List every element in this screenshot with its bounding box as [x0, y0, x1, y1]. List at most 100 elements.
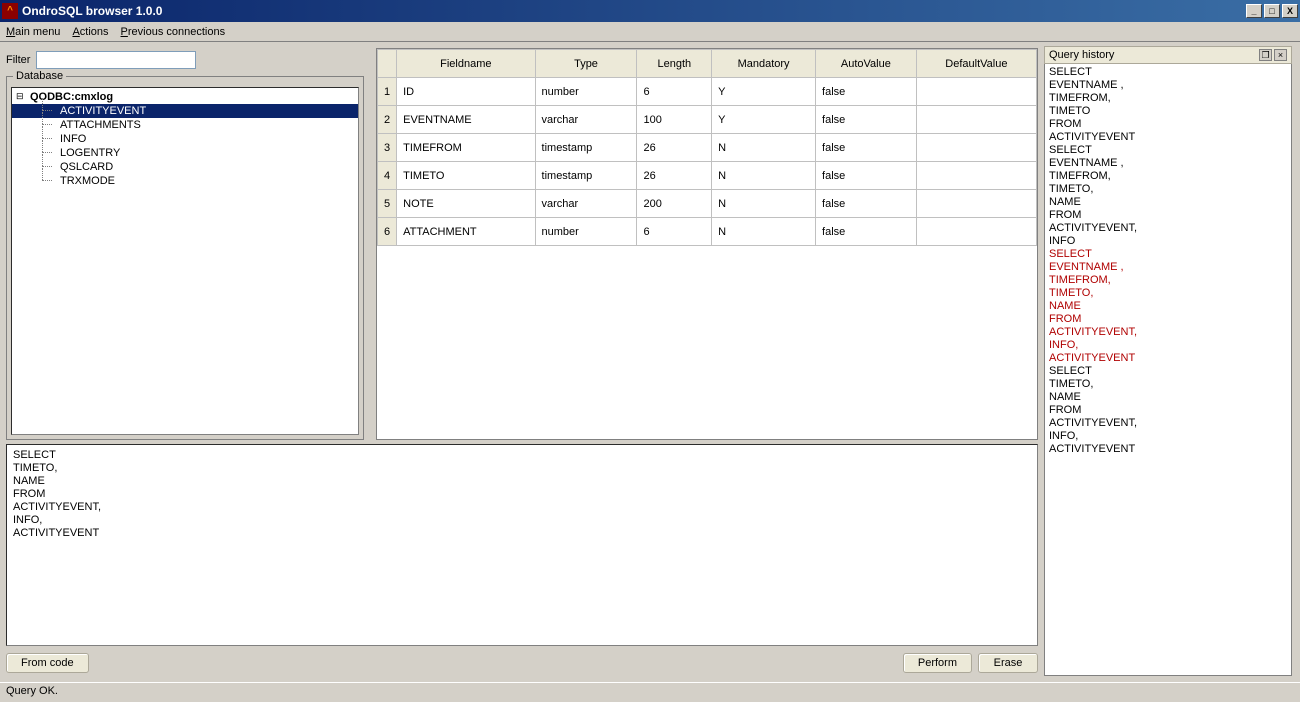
row-number: 2 — [378, 106, 397, 134]
grid-cell[interactable]: 6 — [637, 78, 712, 106]
grid-col-header[interactable]: Fieldname — [397, 50, 535, 78]
tree-item[interactable]: QSLCARD — [12, 160, 358, 174]
filter-label: Filter — [6, 54, 30, 66]
database-group-label: Database — [13, 70, 66, 82]
grid-cell[interactable]: number — [535, 78, 637, 106]
row-number: 5 — [378, 190, 397, 218]
query-history-title: Query history — [1049, 49, 1257, 61]
left-column: Filter Database QODBC:cmxlogACTIVITYEVEN… — [6, 48, 1038, 676]
menu-previous-connections[interactable]: Previous connections — [121, 26, 226, 38]
row-number: 3 — [378, 134, 397, 162]
query-history-entry[interactable]: SELECT EVENTNAME , TIMEFROM, TIMETO FROM… — [1049, 66, 1287, 144]
row-number: 1 — [378, 78, 397, 106]
grid-cell[interactable] — [916, 162, 1036, 190]
grid-cell[interactable]: TIMEFROM — [397, 134, 535, 162]
titlebar[interactable]: ^ OndroSQL browser 1.0.0 _ □ X — [0, 0, 1300, 22]
table-row[interactable]: 2EVENTNAMEvarchar100Yfalse — [378, 106, 1037, 134]
grid-cell[interactable] — [916, 134, 1036, 162]
button-row: From code Perform Erase — [6, 650, 1038, 676]
tree-item[interactable]: ATTACHMENTS — [12, 118, 358, 132]
menubar: Main menu Actions Previous connections — [0, 22, 1300, 42]
qh-restore-icon[interactable]: ❐ — [1259, 49, 1272, 61]
grid-cell[interactable]: timestamp — [535, 134, 637, 162]
menu-main[interactable]: Main menu — [6, 26, 60, 38]
table-row[interactable]: 3TIMEFROMtimestamp26Nfalse — [378, 134, 1037, 162]
grid-cell[interactable]: TIMETO — [397, 162, 535, 190]
query-history-entry[interactable]: SELECT TIMETO, NAME FROM ACTIVITYEVENT, … — [1049, 365, 1287, 456]
grid-cell[interactable]: NOTE — [397, 190, 535, 218]
grid-cell[interactable]: false — [816, 134, 917, 162]
query-history-body[interactable]: SELECT EVENTNAME , TIMEFROM, TIMETO FROM… — [1044, 64, 1292, 676]
table-row[interactable]: 1IDnumber6Yfalse — [378, 78, 1037, 106]
grid-cell[interactable] — [916, 106, 1036, 134]
grid-cell[interactable]: Y — [712, 78, 816, 106]
statusbar: Query OK. — [0, 682, 1300, 700]
table-row[interactable]: 6ATTACHMENTnumber6Nfalse — [378, 218, 1037, 246]
grid-cell[interactable]: 6 — [637, 218, 712, 246]
grid-cell[interactable] — [916, 218, 1036, 246]
tree-item[interactable]: ACTIVITYEVENT — [12, 104, 358, 118]
grid-cell[interactable]: N — [712, 218, 816, 246]
status-text: Query OK. — [6, 685, 58, 697]
tree-root[interactable]: QODBC:cmxlog — [12, 90, 358, 104]
filter-input[interactable] — [36, 51, 196, 69]
query-history-titlebar[interactable]: Query history ❐ × — [1044, 46, 1292, 64]
query-history-panel: Query history ❐ × SELECT EVENTNAME , TIM… — [1044, 46, 1292, 676]
grid-cell[interactable]: N — [712, 190, 816, 218]
grid-col-header[interactable]: Type — [535, 50, 637, 78]
sql-editor[interactable]: SELECT TIMETO, NAME FROM ACTIVITYEVENT, … — [6, 444, 1038, 646]
field-grid: FieldnameTypeLengthMandatoryAutoValueDef… — [377, 49, 1037, 246]
table-row[interactable]: 5NOTEvarchar200Nfalse — [378, 190, 1037, 218]
grid-col-header[interactable]: AutoValue — [816, 50, 917, 78]
grid-cell[interactable]: 200 — [637, 190, 712, 218]
grid-cell[interactable] — [916, 78, 1036, 106]
grid-cell[interactable]: 26 — [637, 134, 712, 162]
row-number: 6 — [378, 218, 397, 246]
grid-panel[interactable]: FieldnameTypeLengthMandatoryAutoValueDef… — [376, 48, 1038, 440]
grid-cell[interactable]: timestamp — [535, 162, 637, 190]
filter-row: Filter — [6, 48, 364, 72]
query-history-entry[interactable]: SELECT EVENTNAME , TIMEFROM, TIMETO, NAM… — [1049, 144, 1287, 248]
tree-item[interactable]: TRXMODE — [12, 174, 358, 188]
grid-cell[interactable]: ID — [397, 78, 535, 106]
from-code-button[interactable]: From code — [6, 653, 89, 673]
close-button[interactable]: X — [1282, 4, 1298, 18]
grid-cell[interactable]: 100 — [637, 106, 712, 134]
tree-item[interactable]: LOGENTRY — [12, 146, 358, 160]
grid-col-header[interactable]: Length — [637, 50, 712, 78]
database-group: Database QODBC:cmxlogACTIVITYEVENTATTACH… — [6, 76, 364, 440]
top-row: Filter Database QODBC:cmxlogACTIVITYEVEN… — [6, 48, 1038, 440]
database-tree[interactable]: QODBC:cmxlogACTIVITYEVENTATTACHMENTSINFO… — [11, 87, 359, 435]
maximize-button[interactable]: □ — [1264, 4, 1280, 18]
query-history-entry[interactable]: SELECT EVENTNAME , TIMEFROM, TIMETO, NAM… — [1049, 248, 1287, 365]
table-row[interactable]: 4TIMETOtimestamp26Nfalse — [378, 162, 1037, 190]
grid-cell[interactable]: false — [816, 218, 917, 246]
grid-cell[interactable]: N — [712, 162, 816, 190]
grid-cell[interactable]: false — [816, 162, 917, 190]
main-area: Filter Database QODBC:cmxlogACTIVITYEVEN… — [0, 42, 1300, 682]
grid-cell[interactable]: ATTACHMENT — [397, 218, 535, 246]
qh-close-icon[interactable]: × — [1274, 49, 1287, 61]
grid-cell[interactable]: false — [816, 78, 917, 106]
grid-cell[interactable]: 26 — [637, 162, 712, 190]
grid-cell[interactable]: Y — [712, 106, 816, 134]
grid-cell[interactable]: varchar — [535, 190, 637, 218]
grid-cell[interactable]: number — [535, 218, 637, 246]
grid-col-header[interactable]: DefaultValue — [916, 50, 1036, 78]
menu-actions[interactable]: Actions — [72, 26, 108, 38]
grid-cell[interactable]: N — [712, 134, 816, 162]
perform-button[interactable]: Perform — [903, 653, 972, 673]
app-icon: ^ — [2, 3, 18, 19]
grid-corner — [378, 50, 397, 78]
window-buttons: _ □ X — [1244, 4, 1298, 18]
grid-cell[interactable]: varchar — [535, 106, 637, 134]
grid-col-header[interactable]: Mandatory — [712, 50, 816, 78]
grid-cell[interactable]: false — [816, 106, 917, 134]
grid-cell[interactable] — [916, 190, 1036, 218]
minimize-button[interactable]: _ — [1246, 4, 1262, 18]
erase-button[interactable]: Erase — [978, 653, 1038, 673]
grid-cell[interactable]: false — [816, 190, 917, 218]
window-title: OndroSQL browser 1.0.0 — [22, 4, 1244, 18]
tree-item[interactable]: INFO — [12, 132, 358, 146]
grid-cell[interactable]: EVENTNAME — [397, 106, 535, 134]
